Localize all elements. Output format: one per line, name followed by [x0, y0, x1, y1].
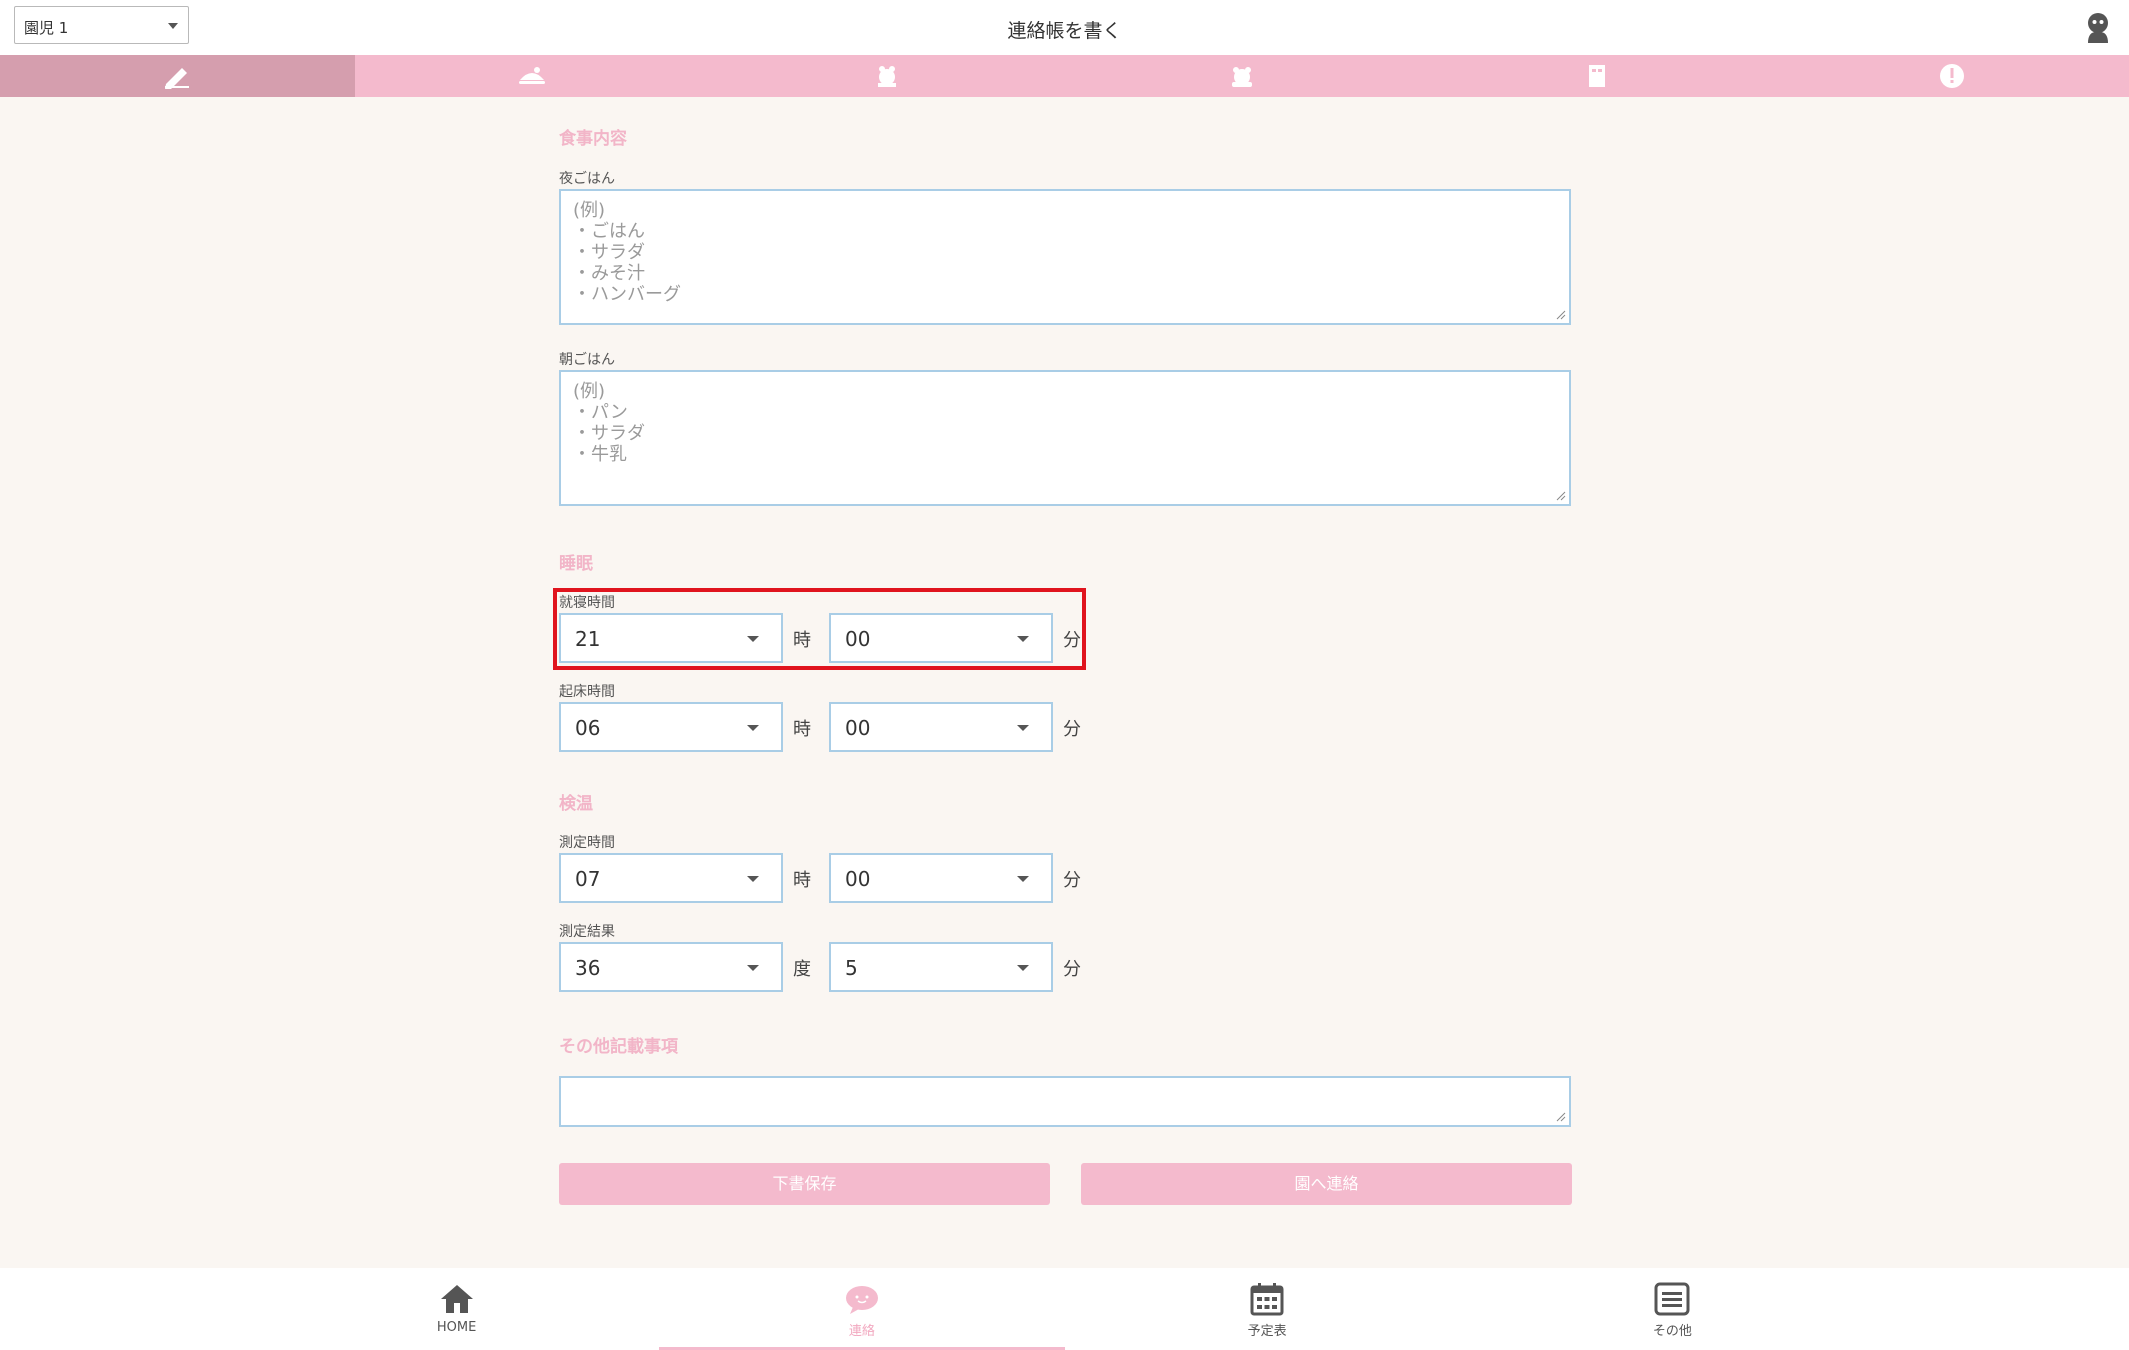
tab-meal[interactable]	[355, 55, 710, 97]
dinner-placeholder-line: ・ごはん	[573, 221, 645, 242]
header: 園児 1 連絡帳を書く	[0, 0, 2129, 55]
alert-icon	[1939, 64, 1964, 88]
dinner-placeholder-line: ・サラダ	[573, 242, 645, 263]
tab-write[interactable]	[0, 55, 355, 97]
measure-minute-value: 00	[845, 867, 871, 891]
nav-home-label: HOME	[436, 1320, 477, 1335]
measure-hour-value: 07	[575, 867, 601, 891]
chevron-down-icon	[1017, 965, 1029, 971]
message-icon	[845, 1286, 878, 1314]
menu-icon	[1654, 1282, 1690, 1316]
breakfast-label: 朝ごはん	[559, 352, 615, 368]
hour-unit: 時	[793, 719, 811, 740]
degree-unit: 度	[793, 959, 811, 980]
pencil-icon	[165, 68, 190, 89]
dinner-placeholder-line: (例)	[573, 200, 606, 221]
sleep-icon	[878, 66, 897, 87]
temperature-degree-select[interactable]: 36	[559, 942, 783, 992]
wakeup-minute-select[interactable]: 00	[829, 702, 1053, 752]
measure-time-label: 測定時間	[559, 835, 615, 851]
resize-handle-icon[interactable]	[1554, 308, 1566, 320]
tab-notebook[interactable]	[1419, 55, 1774, 97]
nav-contact[interactable]: 連絡	[659, 1268, 1065, 1350]
measure-minute-select[interactable]: 00	[829, 853, 1053, 903]
tab-alert[interactable]	[1774, 55, 2129, 97]
chevron-down-icon	[747, 725, 759, 731]
decimal-unit: 分	[1063, 959, 1081, 980]
meal-section-title: 食事内容	[559, 129, 627, 149]
breakfast-placeholder-line: ・サラダ	[573, 423, 645, 444]
hour-unit: 時	[793, 870, 811, 891]
breakfast-placeholder-line: ・パン	[573, 402, 628, 423]
save-draft-button[interactable]: 下書保存	[559, 1163, 1050, 1205]
resize-handle-icon[interactable]	[1554, 489, 1566, 501]
tab-sleep[interactable]	[710, 55, 1065, 97]
wakeup-minute-value: 00	[845, 716, 871, 740]
nav-other-label: その他	[1652, 1324, 1692, 1339]
resize-handle-icon[interactable]	[1554, 1110, 1566, 1122]
notebook-icon	[1588, 65, 1605, 87]
wakeup-hour-value: 06	[575, 716, 601, 740]
user-avatar-icon[interactable]	[2084, 11, 2112, 43]
temperature-section-title: 検温	[559, 794, 593, 814]
chevron-down-icon	[747, 876, 759, 882]
category-tabs	[0, 55, 2129, 97]
home-icon	[440, 1285, 473, 1313]
minute-unit: 分	[1063, 719, 1081, 740]
breakfast-textarea[interactable]: (例) ・パン ・サラダ ・牛乳	[559, 370, 1571, 506]
dinner-label: 夜ごはん	[559, 171, 615, 187]
dinner-placeholder-line: ・みそ汁	[573, 263, 645, 284]
nav-contact-label: 連絡	[848, 1324, 875, 1339]
food-icon	[519, 67, 546, 84]
wakeup-label: 起床時間	[559, 684, 615, 700]
dinner-placeholder-line: ・ハンバーグ	[573, 284, 681, 305]
temperature-icon	[1231, 67, 1252, 87]
notes-section-title: その他記載事項	[559, 1037, 678, 1057]
bottom-nav: HOME 連絡 予定表 その他	[0, 1268, 2129, 1350]
sleep-section-title: 睡眠	[559, 554, 593, 574]
temperature-decimal-value: 5	[845, 956, 858, 980]
bedtime-highlight-box	[553, 588, 1086, 670]
tab-temperature[interactable]	[1064, 55, 1419, 97]
nav-schedule-label: 予定表	[1247, 1324, 1287, 1339]
measure-result-label: 測定結果	[559, 924, 615, 940]
chevron-down-icon	[1017, 725, 1029, 731]
calendar-icon	[1250, 1283, 1284, 1316]
minute-unit: 分	[1063, 870, 1081, 891]
nav-schedule[interactable]: 予定表	[1065, 1268, 1470, 1350]
temperature-degree-value: 36	[575, 956, 601, 980]
page-title: 連絡帳を書く	[1007, 20, 1122, 42]
chevron-down-icon	[747, 965, 759, 971]
nav-other[interactable]: その他	[1470, 1268, 1875, 1350]
measure-hour-select[interactable]: 07	[559, 853, 783, 903]
breakfast-placeholder-line: ・牛乳	[573, 444, 627, 465]
chevron-down-icon	[1017, 876, 1029, 882]
breakfast-placeholder-line: (例)	[573, 381, 606, 402]
send-to-school-button[interactable]: 園へ連絡	[1081, 1163, 1572, 1205]
dinner-textarea[interactable]: (例) ・ごはん ・サラダ ・みそ汁 ・ハンバーグ	[559, 189, 1571, 325]
notes-textarea[interactable]	[559, 1076, 1571, 1127]
temperature-decimal-select[interactable]: 5	[829, 942, 1053, 992]
wakeup-hour-select[interactable]: 06	[559, 702, 783, 752]
nav-home[interactable]: HOME	[254, 1268, 659, 1350]
